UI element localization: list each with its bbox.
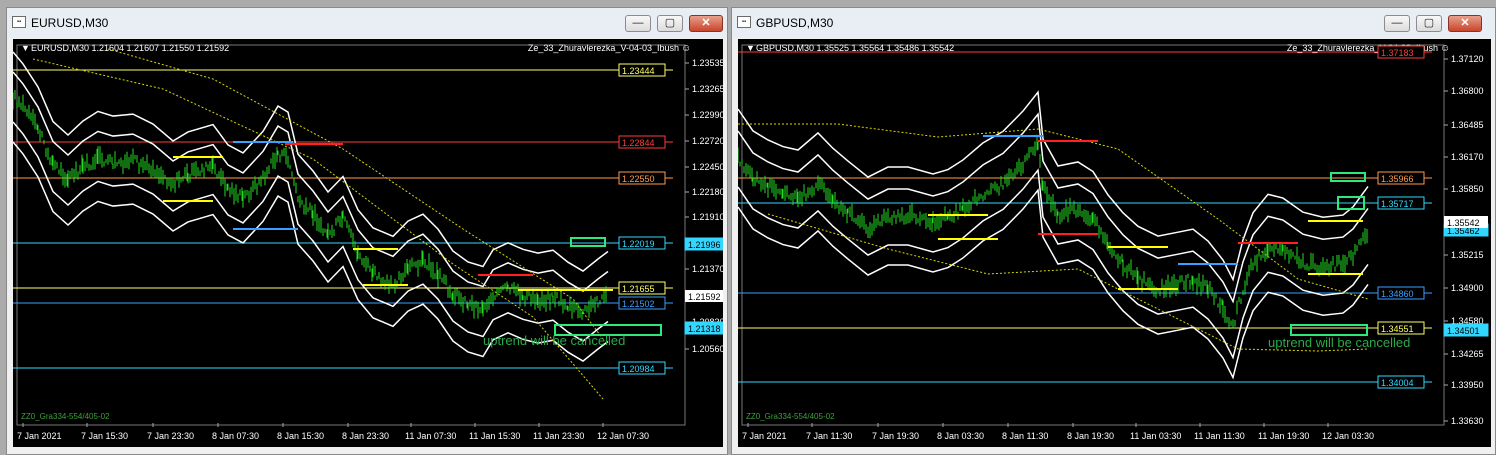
eurusd-chart-window[interactable]: ▪▪ EURUSD,M30 — ▢ ✕ ▼ EURUSD,M30 1.21604 …: [6, 7, 728, 455]
window-title: GBPUSD,M30: [756, 16, 834, 30]
smiley-icon: ☺: [1440, 43, 1450, 54]
y-tick-label: 1.22720: [692, 136, 723, 146]
price-level-label: 1.22550: [622, 174, 655, 184]
chart-window-icon: ▪▪: [12, 16, 26, 28]
price-level-label: 1.34860: [1381, 289, 1414, 299]
x-tick-label: 8 Jan 15:30: [277, 431, 324, 441]
y-tick-label: 1.22180: [692, 187, 723, 197]
chart-header-arrow: ▼: [21, 43, 30, 53]
chart-window-icon: ▪▪: [737, 16, 751, 28]
y-tick-label: 1.21910: [692, 212, 723, 222]
dotted-envelope: [738, 123, 1369, 300]
price-level-label: 1.23444: [622, 66, 655, 76]
y-tick-label: 1.35850: [1451, 184, 1484, 194]
y-tick-label: 1.22450: [692, 162, 723, 172]
chart-footer-label: ZZ0_Gra334-554/405-02: [746, 412, 835, 421]
trend-annotation: uptrend will be cancelled: [1268, 335, 1410, 350]
y-tick-label: 1.21370: [692, 264, 723, 274]
x-tick-label: 12 Jan 07:30: [597, 431, 649, 441]
y-tick-label: 1.22990: [692, 110, 723, 120]
current-price-label: 1.35542: [1447, 218, 1480, 228]
gbpusd-price-chart[interactable]: ▼ GBPUSD,M30 1.35525 1.35564 1.35486 1.35…: [738, 39, 1491, 447]
window-titlebar[interactable]: ▪▪ GBPUSD,M30 — ▢ ✕: [732, 8, 1495, 38]
y-tick-label: 1.36170: [1451, 152, 1484, 162]
y-tick-label: 1.36800: [1451, 86, 1484, 96]
close-button[interactable]: ✕: [1448, 15, 1482, 32]
price-level-label: 1.34501: [1447, 326, 1480, 336]
x-tick-label: 11 Jan 23:30: [533, 431, 584, 441]
chart-footer-label: ZZ0_Gra334-554/405-02: [21, 412, 110, 421]
price-level-label: 1.34004: [1381, 378, 1414, 388]
price-level-label: 1.35717: [1381, 199, 1414, 209]
y-tick-label: 1.34265: [1451, 349, 1484, 359]
x-tick-label: 12 Jan 03:30: [1322, 431, 1374, 441]
price-level-label: 1.35966: [1381, 174, 1414, 184]
price-level-label: 1.20984: [622, 364, 655, 374]
price-level-label: 1.34551: [1381, 324, 1414, 334]
maximize-button[interactable]: ▢: [657, 15, 683, 32]
indicator-name: Ze_33_Zhuravlerezka_V-04-03_Ibush: [528, 43, 679, 53]
minimize-button[interactable]: —: [1384, 15, 1410, 32]
x-tick-label: 8 Jan 11:30: [1002, 431, 1048, 441]
x-tick-label: 8 Jan 19:30: [1067, 431, 1114, 441]
window-titlebar[interactable]: ▪▪ EURUSD,M30 — ▢ ✕: [7, 8, 727, 38]
current-price-label: 1.21592: [688, 292, 721, 302]
gbpusd-chart-window[interactable]: ▪▪ GBPUSD,M30 — ▢ ✕ ▼ GBPUSD,M30 1.35525 …: [731, 7, 1496, 455]
x-tick-label: 8 Jan 03:30: [937, 431, 984, 441]
close-button[interactable]: ✕: [689, 15, 723, 32]
price-level-label: 1.22844: [622, 138, 655, 148]
dotted-envelope: [32, 58, 604, 400]
minimize-button[interactable]: —: [625, 15, 651, 32]
price-level-label: 1.21502: [622, 299, 655, 309]
chart-canvas[interactable]: ▼ GBPUSD,M30 1.35525 1.35564 1.35486 1.35…: [738, 39, 1491, 447]
price-level-label: 1.21655: [622, 284, 655, 294]
x-tick-label: 11 Jan 07:30: [405, 431, 456, 441]
chart-canvas[interactable]: ▼ EURUSD,M30 1.21604 1.21607 1.21550 1.21…: [13, 39, 723, 447]
x-tick-label: 8 Jan 07:30: [212, 431, 259, 441]
maximize-button[interactable]: ▢: [1416, 15, 1442, 32]
price-level-label: 1.22019: [622, 239, 655, 249]
y-tick-label: 1.36485: [1451, 120, 1484, 130]
y-tick-label: 1.33630: [1451, 416, 1484, 426]
window-title: EURUSD,M30: [31, 16, 109, 30]
eurusd-price-chart[interactable]: ▼ EURUSD,M30 1.21604 1.21607 1.21550 1.21…: [13, 39, 723, 447]
y-tick-label: 1.20560: [692, 344, 723, 354]
chart-header-quote: EURUSD,M30 1.21604 1.21607 1.21550 1.215…: [31, 43, 229, 53]
y-tick-label: 1.23265: [692, 84, 723, 94]
x-tick-label: 7 Jan 2021: [17, 431, 62, 441]
y-tick-label: 1.34900: [1451, 283, 1484, 293]
x-tick-label: 8 Jan 23:30: [342, 431, 389, 441]
x-tick-label: 7 Jan 23:30: [147, 431, 194, 441]
x-tick-label: 7 Jan 11:30: [806, 431, 852, 441]
smiley-icon: ☺: [681, 43, 691, 54]
trend-annotation: uptrend will be cancelled: [483, 333, 625, 348]
x-tick-label: 7 Jan 19:30: [872, 431, 919, 441]
price-level-label: 1.21996: [688, 240, 721, 250]
price-level-label: 1.37183: [1381, 48, 1414, 58]
target-zone-box: [1290, 324, 1368, 336]
y-tick-label: 1.33950: [1451, 380, 1484, 390]
x-tick-label: 11 Jan 03:30: [1130, 431, 1181, 441]
x-tick-label: 7 Jan 2021: [742, 431, 787, 441]
y-tick-label: 1.37120: [1451, 54, 1484, 64]
x-tick-label: 11 Jan 19:30: [1258, 431, 1309, 441]
target-zone-box: [570, 237, 606, 247]
y-tick-label: 1.23535: [692, 58, 723, 68]
y-tick-label: 1.35215: [1451, 250, 1484, 260]
price-level-label: 1.21318: [688, 324, 721, 334]
x-tick-label: 7 Jan 15:30: [81, 431, 128, 441]
x-tick-label: 11 Jan 15:30: [469, 431, 520, 441]
x-tick-label: 11 Jan 11:30: [1194, 431, 1245, 441]
envelope-band: [13, 141, 609, 362]
target-zone-box: [1330, 172, 1366, 182]
